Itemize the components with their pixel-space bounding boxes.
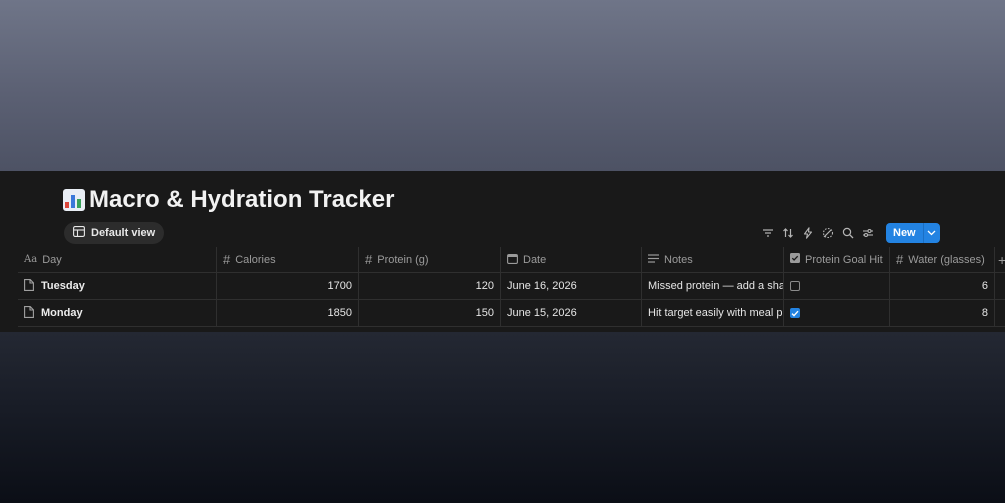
settings-icon[interactable] [860, 225, 876, 241]
cell-water[interactable]: 8 [889, 300, 994, 326]
goal-checkbox-checked[interactable] [790, 308, 800, 318]
cell-day[interactable]: Monday [18, 300, 216, 326]
page-icon [24, 278, 34, 294]
cell-protein[interactable]: 120 [358, 273, 500, 299]
search-icon[interactable] [840, 225, 856, 241]
chevron-down-icon[interactable] [924, 223, 940, 243]
filter-icon[interactable] [760, 225, 776, 241]
database-toolbar: New [760, 222, 940, 244]
cell-date[interactable]: June 16, 2026 [500, 273, 641, 299]
title-icon: Aa [24, 254, 38, 265]
column-header-day[interactable]: Aa Day [18, 247, 216, 272]
column-header-calories[interactable]: # Calories [216, 247, 358, 272]
new-button-label: New [893, 227, 916, 239]
number-icon: # [223, 252, 231, 267]
table-icon [73, 226, 85, 240]
goal-checkbox-unchecked[interactable] [790, 281, 800, 291]
ai-icon[interactable] [820, 225, 836, 241]
table-header: Aa Day # Calories # Protein (g) Date Not… [18, 247, 1005, 273]
column-header-notes[interactable]: Notes [641, 247, 783, 272]
page-icon [24, 305, 34, 321]
cell-date[interactable]: June 15, 2026 [500, 300, 641, 326]
column-header-protein[interactable]: # Protein (g) [358, 247, 500, 272]
page-title[interactable]: Macro & Hydration Tracker [89, 186, 394, 214]
number-icon: # [896, 252, 904, 267]
column-header-protein-goal-hit[interactable]: Protein Goal Hit [783, 247, 889, 272]
tab-default-view[interactable]: Default view [64, 222, 165, 244]
number-icon: # [365, 252, 373, 267]
cell-notes[interactable]: Missed protein — add a shake [641, 273, 783, 299]
new-button[interactable]: New [886, 223, 940, 243]
cell-protein-goal-hit[interactable] [783, 300, 889, 326]
column-header-water[interactable]: # Water (glasses) [889, 247, 994, 272]
column-header-date[interactable]: Date [500, 247, 641, 272]
page-title-row: Macro & Hydration Tracker [63, 184, 394, 216]
database-page: Macro & Hydration Tracker Default view N… [0, 171, 1005, 332]
cell-calories[interactable]: 1700 [216, 273, 358, 299]
cell-day[interactable]: Tuesday [18, 273, 216, 299]
checkbox-icon [790, 253, 800, 266]
page-background [0, 332, 1005, 503]
view-label: Default view [91, 227, 156, 239]
cell-protein[interactable]: 150 [358, 300, 500, 326]
table-row[interactable]: Monday 1850 150 June 15, 2026 Hit target… [18, 300, 1005, 327]
cover-image [0, 0, 1005, 171]
cell-calories[interactable]: 1850 [216, 300, 358, 326]
database-table: Aa Day # Calories # Protein (g) Date Not… [18, 247, 1005, 327]
text-icon [648, 253, 659, 266]
automation-icon[interactable] [800, 225, 816, 241]
add-column-plus-icon[interactable]: + [998, 247, 1005, 272]
cell-notes[interactable]: Hit target easily with meal prep [641, 300, 783, 326]
sort-icon[interactable] [780, 225, 796, 241]
cell-water[interactable]: 6 [889, 273, 994, 299]
calendar-icon [507, 253, 518, 267]
table-row[interactable]: Tuesday 1700 120 June 16, 2026 Missed pr… [18, 273, 1005, 300]
bar-chart-emoji-icon[interactable] [63, 189, 85, 211]
cell-protein-goal-hit[interactable] [783, 273, 889, 299]
